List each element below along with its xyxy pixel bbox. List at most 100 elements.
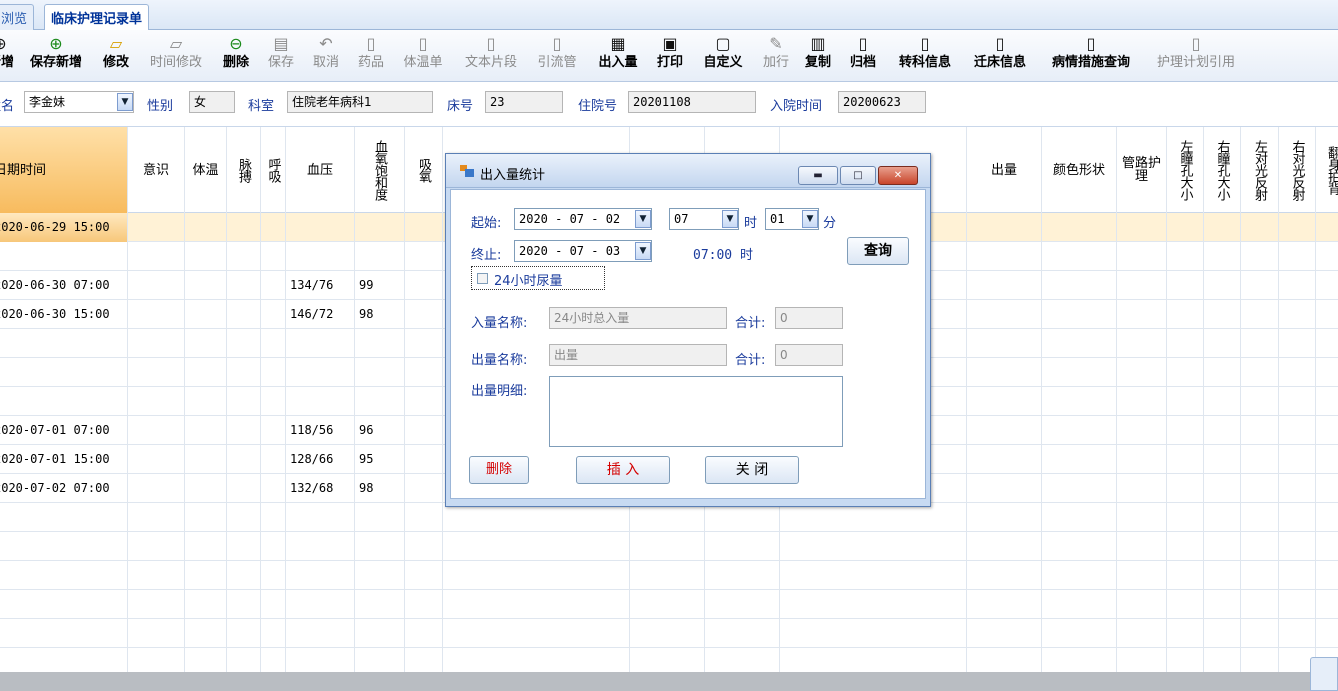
table-cell[interactable] (128, 242, 185, 271)
toolbar-custom-button[interactable]: ▢ 自定义 (698, 34, 748, 78)
table-cell[interactable] (261, 242, 286, 271)
cell-spo2[interactable] (355, 242, 405, 271)
table-cell[interactable] (1204, 416, 1241, 445)
table-cell[interactable] (128, 213, 185, 242)
table-cell[interactable] (405, 532, 443, 561)
toolbar-text-fragment-button[interactable]: ▯ 文本片段 (458, 34, 524, 78)
table-cell[interactable] (1279, 503, 1316, 532)
toolbar-nursing-plan-button[interactable]: ▯ 护理计划引用 (1148, 34, 1244, 78)
start-date-picker[interactable]: 2020 - 07 - 02 (514, 208, 652, 230)
table-cell[interactable] (227, 532, 261, 561)
cell-spo2[interactable] (355, 358, 405, 387)
table-cell[interactable] (780, 503, 967, 532)
table-cell[interactable] (630, 503, 705, 532)
column-header[interactable]: 颜色形状 (1042, 127, 1117, 213)
cell-blood-pressure[interactable] (286, 561, 355, 590)
table-cell[interactable] (185, 474, 227, 503)
cell-time[interactable] (0, 590, 128, 619)
table-cell[interactable] (1117, 590, 1167, 619)
table-cell[interactable] (405, 358, 443, 387)
chevron-down-icon[interactable]: ▼ (117, 93, 133, 111)
table-cell[interactable] (1204, 242, 1241, 271)
table-cell[interactable] (443, 561, 630, 590)
table-cell[interactable] (1167, 416, 1204, 445)
table-cell[interactable] (1117, 445, 1167, 474)
table-cell[interactable] (1316, 561, 1338, 590)
table-cell[interactable] (227, 561, 261, 590)
table-cell[interactable] (1279, 590, 1316, 619)
table-cell[interactable] (1167, 590, 1204, 619)
table-cell[interactable] (1316, 271, 1338, 300)
column-header[interactable]: 血压 (286, 127, 355, 213)
table-cell[interactable] (1279, 561, 1316, 590)
table-cell[interactable] (1241, 387, 1279, 416)
end-date-picker[interactable]: 2020 - 07 - 03 (514, 240, 652, 262)
table-cell[interactable] (185, 619, 227, 648)
corner-tab[interactable] (1310, 657, 1338, 691)
toolbar-condition-query-button[interactable]: ▯ 病情措施查询 (1043, 34, 1139, 78)
table-cell[interactable] (443, 503, 630, 532)
table-cell[interactable] (185, 445, 227, 474)
cell-spo2[interactable]: 95 (355, 445, 405, 474)
table-cell[interactable] (128, 532, 185, 561)
chevron-down-icon[interactable]: ▼ (635, 210, 651, 228)
cell-blood-pressure[interactable] (286, 329, 355, 358)
table-cell[interactable] (967, 416, 1042, 445)
table-cell[interactable] (1279, 387, 1316, 416)
table-cell[interactable] (1042, 445, 1117, 474)
chevron-down-icon[interactable]: ▼ (635, 242, 651, 260)
table-cell[interactable] (443, 532, 630, 561)
table-cell[interactable] (261, 387, 286, 416)
table-cell[interactable] (405, 503, 443, 532)
table-cell[interactable] (1204, 590, 1241, 619)
table-cell[interactable] (261, 532, 286, 561)
toolbar-cancel-button[interactable]: ↶ 取消 (308, 34, 344, 78)
tab-browse[interactable]: 浏览 (0, 4, 35, 30)
toolbar-drug-button[interactable]: ▯ 药品 (353, 34, 389, 78)
table-row[interactable] (0, 532, 1338, 561)
cell-blood-pressure[interactable] (286, 358, 355, 387)
cell-spo2[interactable]: 98 (355, 300, 405, 329)
table-cell[interactable] (1167, 387, 1204, 416)
table-cell[interactable] (261, 271, 286, 300)
table-cell[interactable] (128, 358, 185, 387)
table-cell[interactable] (405, 271, 443, 300)
table-cell[interactable] (405, 590, 443, 619)
table-cell[interactable] (128, 619, 185, 648)
table-cell[interactable] (261, 474, 286, 503)
column-header[interactable]: 呼吸 (261, 127, 286, 213)
table-cell[interactable] (185, 561, 227, 590)
cell-spo2[interactable] (355, 619, 405, 648)
table-cell[interactable] (1167, 619, 1204, 648)
table-cell[interactable] (705, 532, 780, 561)
table-cell[interactable] (405, 242, 443, 271)
table-cell[interactable] (1117, 300, 1167, 329)
table-cell[interactable] (967, 271, 1042, 300)
column-header[interactable]: 意识 (128, 127, 185, 213)
table-cell[interactable] (227, 329, 261, 358)
table-row[interactable] (0, 619, 1338, 648)
table-cell[interactable] (443, 619, 630, 648)
urine-24h-checkbox[interactable]: 24小时尿量 (471, 266, 605, 290)
table-cell[interactable] (405, 416, 443, 445)
cell-blood-pressure[interactable]: 128/66 (286, 445, 355, 474)
column-header[interactable]: 管路护理 (1117, 127, 1167, 213)
table-cell[interactable] (405, 445, 443, 474)
cell-blood-pressure[interactable] (286, 590, 355, 619)
table-cell[interactable] (128, 329, 185, 358)
cell-blood-pressure[interactable] (286, 503, 355, 532)
table-cell[interactable] (1279, 271, 1316, 300)
table-cell[interactable] (1204, 561, 1241, 590)
table-cell[interactable] (1279, 242, 1316, 271)
cell-time[interactable]: 2020-06-30 15:00 (0, 300, 128, 329)
toolbar-add-row-button[interactable]: ✎ 加行 (758, 34, 794, 78)
table-cell[interactable] (261, 561, 286, 590)
table-cell[interactable] (967, 358, 1042, 387)
table-cell[interactable] (1279, 213, 1316, 242)
table-cell[interactable] (261, 445, 286, 474)
table-cell[interactable] (1042, 561, 1117, 590)
table-cell[interactable] (1279, 474, 1316, 503)
table-cell[interactable] (128, 445, 185, 474)
table-cell[interactable] (1042, 532, 1117, 561)
table-cell[interactable] (1167, 474, 1204, 503)
